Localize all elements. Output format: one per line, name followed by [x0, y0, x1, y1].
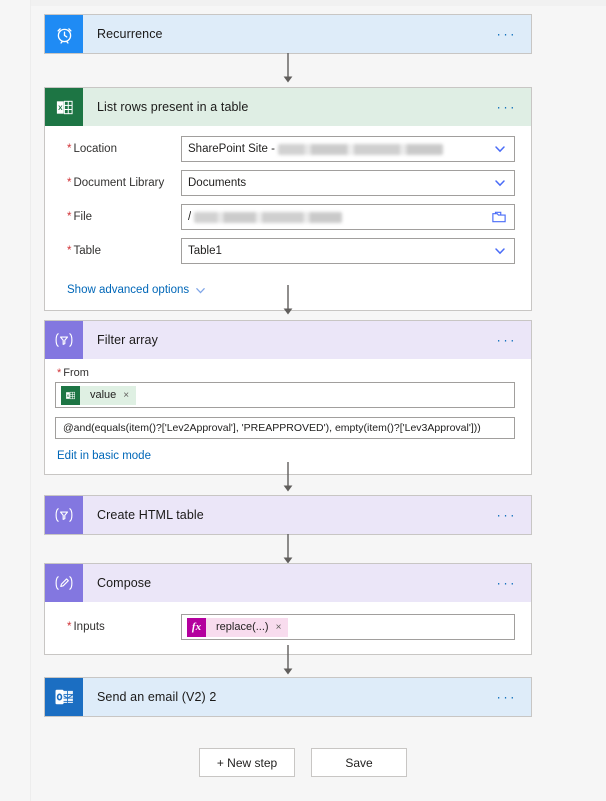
edit-in-basic-mode-link[interactable]: Edit in basic mode [57, 450, 151, 462]
location-dropdown[interactable]: SharePoint Site - [181, 136, 515, 162]
connector-arrow [282, 534, 294, 566]
field-label-text: Location [73, 143, 117, 155]
step-header[interactable]: Filter array ··· [45, 321, 531, 359]
field-label-text: Inputs [73, 621, 105, 633]
field-file: * File / [61, 204, 515, 230]
step-menu-button[interactable]: ··· [497, 101, 518, 114]
chevron-down-icon [495, 180, 505, 187]
flow-step-list-rows[interactable]: X List rows present in a table ··· * Loca… [44, 87, 532, 311]
step-header[interactable]: Compose ··· [45, 564, 531, 602]
connector-arrow [282, 53, 294, 85]
svg-text:X: X [67, 394, 70, 398]
flow-step-recurrence[interactable]: Recurrence ··· [44, 14, 532, 54]
flow-step-create-html-table[interactable]: Create HTML table ··· [44, 495, 532, 535]
required-indicator: * [57, 367, 62, 379]
token-label: replace(...) [216, 621, 269, 633]
alarm-clock-icon [45, 15, 83, 53]
step-menu-button[interactable]: ··· [497, 691, 518, 704]
required-indicator: * [67, 143, 72, 155]
field-table: * Table Table1 [61, 238, 515, 264]
flow-step-send-email[interactable]: Send an email (V2) 2 ··· [44, 677, 532, 717]
step-body: * Location SharePoint Site - * Document Li… [45, 126, 531, 310]
dynamic-content-token[interactable]: X value × [61, 385, 137, 405]
required-indicator: * [67, 211, 72, 223]
step-header[interactable]: Create HTML table ··· [45, 496, 531, 534]
edit-basic-mode-label: Edit in basic mode [57, 450, 151, 462]
step-menu-button[interactable]: ··· [497, 334, 518, 347]
field-label-text: Table [73, 245, 101, 257]
expression-token[interactable]: fx replace(...) × [187, 617, 289, 637]
field-value: Table1 [188, 245, 222, 257]
step-header[interactable]: Recurrence ··· [45, 15, 531, 53]
connector-arrow [282, 645, 294, 677]
step-header[interactable]: Send an email (V2) 2 ··· [45, 678, 531, 716]
field-label: * Document Library [61, 177, 181, 189]
field-label: * Location [61, 143, 181, 155]
flow-designer-canvas: Recurrence ··· X List rows present in a … [0, 0, 606, 801]
step-title: Recurrence [97, 27, 163, 41]
field-label-text: Document Library [73, 177, 165, 189]
redacted-value [194, 211, 343, 223]
file-picker-input[interactable]: / [181, 204, 515, 230]
flow-step-compose[interactable]: Compose ··· * Inputs fx replace(...) × [44, 563, 532, 655]
save-button[interactable]: Save [311, 748, 407, 777]
folder-picker-icon[interactable] [492, 211, 506, 224]
new-step-button[interactable]: + New step [199, 748, 295, 777]
field-label-text: File [73, 211, 93, 223]
step-body: * From X value × @and(equals(item()?['Le… [45, 359, 531, 474]
token-remove-button[interactable]: × [123, 390, 136, 401]
from-label-text: From [63, 367, 89, 379]
show-advanced-options-label: Show advanced options [67, 284, 190, 296]
step-menu-button[interactable]: ··· [497, 509, 518, 522]
token-remove-button[interactable]: × [276, 622, 289, 633]
field-location: * Location SharePoint Site - [61, 136, 515, 162]
required-indicator: * [67, 621, 72, 633]
excel-icon: X [45, 88, 83, 126]
compose-pencil-icon [45, 564, 83, 602]
field-inputs: * Inputs fx replace(...) × [61, 614, 515, 640]
footer-actions: + New step Save [0, 748, 606, 777]
fx-badge-icon: fx [187, 617, 206, 637]
field-value: SharePoint Site - [188, 143, 275, 155]
document-library-dropdown[interactable]: Documents [181, 170, 515, 196]
step-menu-button[interactable]: ··· [497, 577, 518, 590]
table-dropdown[interactable]: Table1 [181, 238, 515, 264]
field-value: / [188, 211, 192, 223]
field-value: Documents [188, 177, 247, 189]
excel-token-icon: X [61, 385, 80, 405]
step-title: Create HTML table [97, 508, 204, 522]
step-menu-button[interactable]: ··· [497, 28, 518, 41]
required-indicator: * [67, 177, 72, 189]
from-token-input[interactable]: X value × [55, 382, 515, 408]
field-label: * File [61, 211, 181, 223]
field-label: * Inputs [61, 621, 181, 633]
step-title: List rows present in a table [97, 100, 249, 114]
redacted-value [277, 143, 443, 155]
step-header[interactable]: X List rows present in a table ··· [45, 88, 531, 126]
show-advanced-options-link[interactable]: Show advanced options [67, 284, 206, 296]
field-document-library: * Document Library Documents [61, 170, 515, 196]
flow-step-filter-array[interactable]: Filter array ··· * From X value × @and(e… [44, 320, 532, 475]
required-indicator: * [67, 245, 72, 257]
filter-expression-text: @and(equals(item()?['Lev2Approval'], 'PR… [63, 422, 481, 434]
chevron-down-icon [196, 287, 205, 293]
chevron-down-icon [495, 248, 505, 255]
outlook-icon [45, 678, 83, 716]
chevron-down-icon [495, 146, 505, 153]
inputs-token-input[interactable]: fx replace(...) × [181, 614, 515, 640]
from-field-label: * From [55, 367, 515, 379]
token-label: value [90, 389, 117, 401]
filter-expression-input[interactable]: @and(equals(item()?['Lev2Approval'], 'PR… [55, 417, 515, 439]
step-title: Compose [97, 576, 152, 590]
step-title: Filter array [97, 333, 158, 347]
connector-arrow [282, 462, 294, 494]
filter-icon [45, 321, 83, 359]
step-title: Send an email (V2) 2 [97, 690, 217, 704]
svg-text:X: X [58, 104, 63, 111]
filter-icon [45, 496, 83, 534]
field-label: * Table [61, 245, 181, 257]
connector-arrow [282, 285, 294, 317]
